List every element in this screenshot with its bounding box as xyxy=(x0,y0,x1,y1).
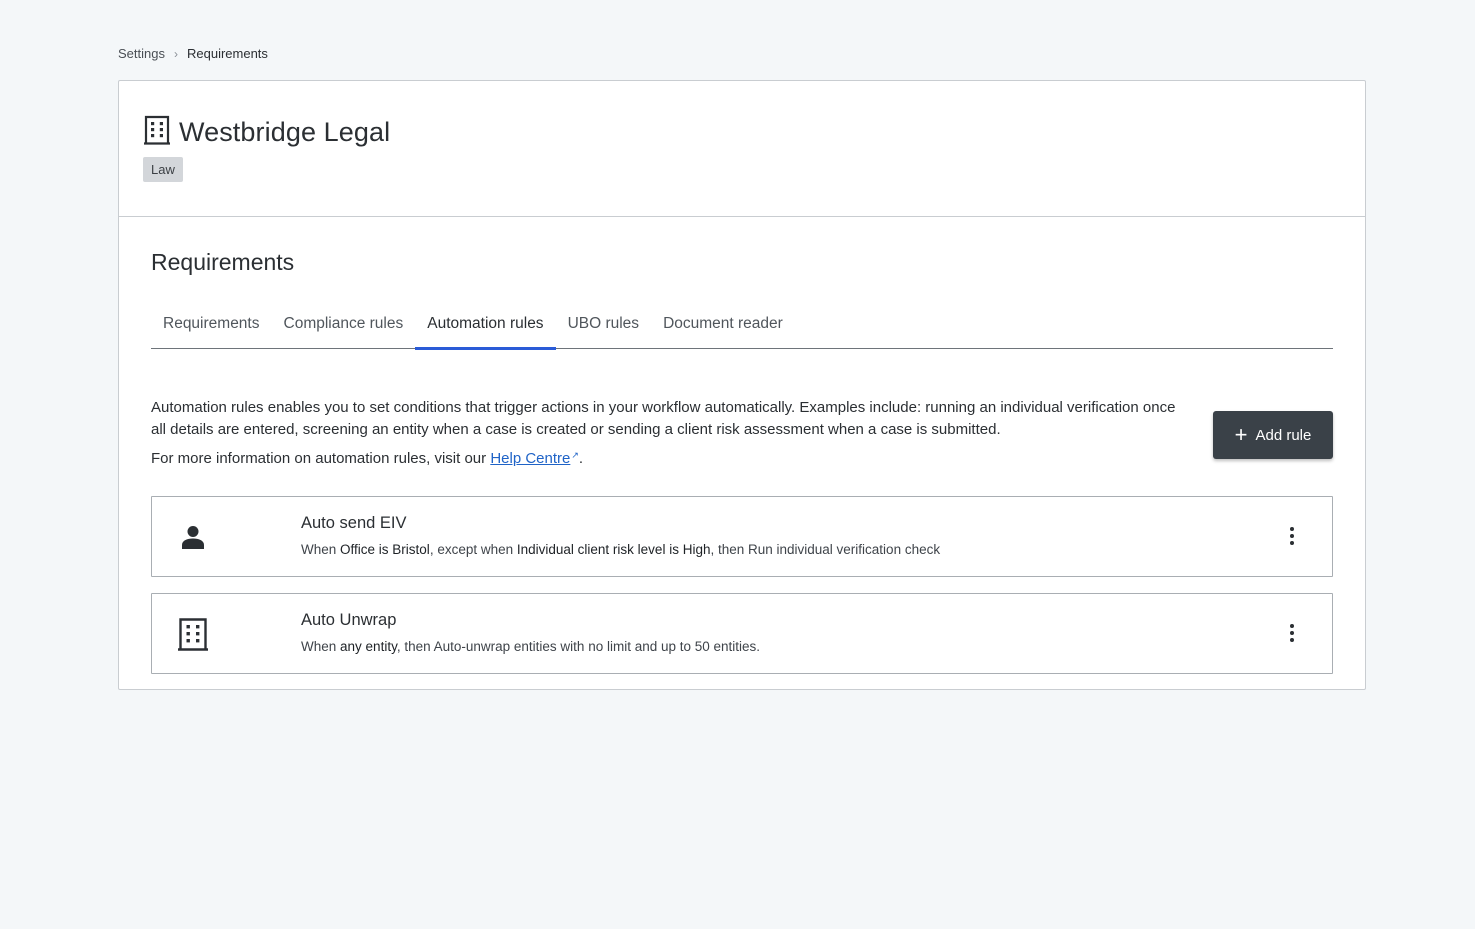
add-rule-button[interactable]: + Add rule xyxy=(1213,411,1333,459)
tab-ubo-rules[interactable]: UBO rules xyxy=(556,303,652,348)
rule-action: , then Auto-unwrap entities with no limi… xyxy=(396,639,761,654)
help-centre-prefix: For more information on automation rules… xyxy=(151,450,491,467)
rule-text: , except when xyxy=(429,542,517,557)
person-icon xyxy=(178,519,208,555)
rule-exception: Individual client risk level is High xyxy=(516,542,711,557)
industry-tag: Law xyxy=(143,157,183,182)
help-centre-suffix: . xyxy=(578,450,584,467)
breadcrumb-settings-link[interactable]: Settings xyxy=(118,46,165,61)
rule-name: Auto send EIV xyxy=(301,514,407,532)
tab-automation-rules[interactable]: Automation rules xyxy=(415,303,556,350)
tab-compliance-rules[interactable]: Compliance rules xyxy=(272,303,416,348)
rule-text: When xyxy=(301,639,341,654)
rule-condition: any entity xyxy=(340,639,397,654)
rule-name: Auto Unwrap xyxy=(301,611,397,629)
help-centre-text: For more information on automation rules… xyxy=(151,450,583,467)
building-icon xyxy=(144,115,179,150)
rule-text: When xyxy=(301,542,341,557)
tab-document-reader[interactable]: Document reader xyxy=(651,303,795,348)
rule-card-auto-unwrap[interactable]: Auto Unwrap When any entity, then Auto-u… xyxy=(151,593,1333,674)
add-rule-label: Add rule xyxy=(1255,426,1312,444)
external-link-icon: ↗ xyxy=(571,450,579,460)
organisation-header: Westbridge Legal Law xyxy=(119,81,1365,217)
tab-requirements[interactable]: Requirements xyxy=(151,303,272,348)
more-options-icon[interactable] xyxy=(1280,523,1304,549)
help-centre-link[interactable]: Help Centre xyxy=(490,450,570,467)
rule-description: When any entity, then Auto-unwrap entiti… xyxy=(301,639,760,654)
organisation-title: Westbridge Legal xyxy=(144,115,390,150)
more-options-icon[interactable] xyxy=(1280,620,1304,646)
breadcrumb-current: Requirements xyxy=(186,46,268,61)
settings-card: Westbridge Legal Law Requirements Requir… xyxy=(118,80,1366,690)
rule-action: , then Run individual verification check xyxy=(710,542,941,557)
rule-card-auto-send-eiv[interactable]: Auto send EIV When Office is Bristol, ex… xyxy=(151,496,1333,577)
tab-bar: Requirements Compliance rules Automation… xyxy=(151,303,1333,350)
rule-description: When Office is Bristol, except when Indi… xyxy=(301,542,940,557)
breadcrumb-separator: › xyxy=(173,46,178,61)
breadcrumb: Settings › Requirements xyxy=(118,46,268,61)
organisation-name: Westbridge Legal xyxy=(179,117,391,147)
building-icon xyxy=(178,616,208,652)
plus-icon: + xyxy=(1234,422,1248,447)
section-title: Requirements xyxy=(151,249,295,275)
automation-description: Automation rules enables you to set cond… xyxy=(151,399,1176,438)
rule-condition: Office is Bristol xyxy=(340,542,430,557)
